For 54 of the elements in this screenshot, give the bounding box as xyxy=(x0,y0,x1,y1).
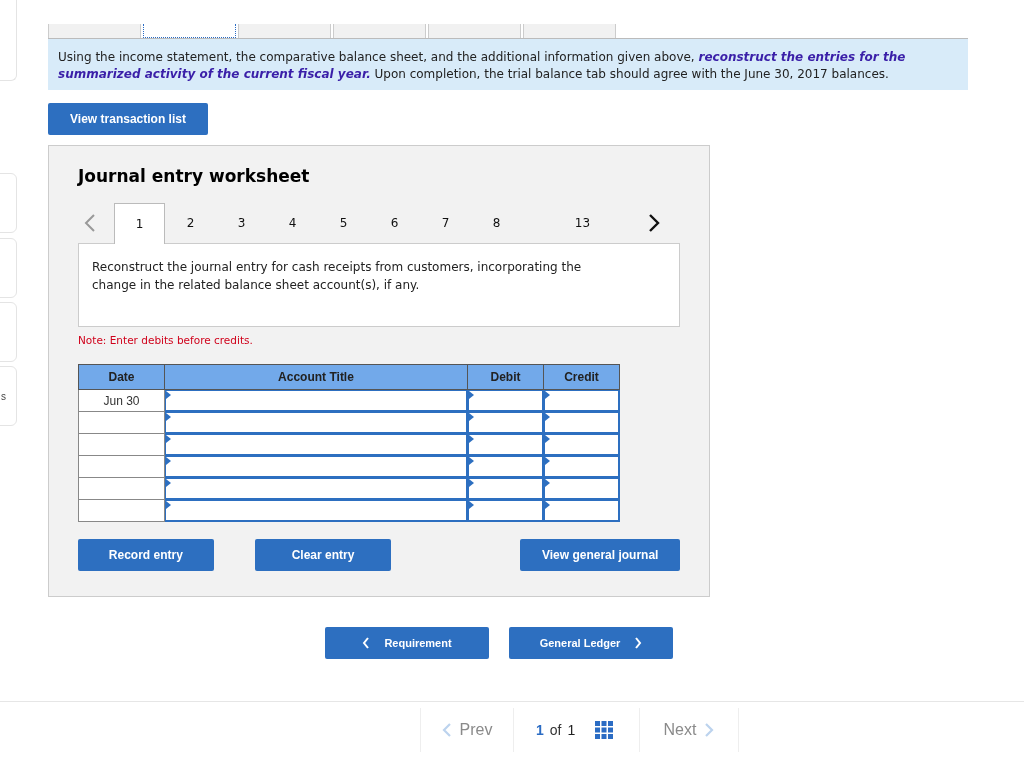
entry-tab[interactable]: 3 xyxy=(216,202,267,243)
debit-field[interactable] xyxy=(468,456,543,477)
account-field[interactable] xyxy=(165,390,467,411)
instructions-text: Using the income statement, the comparative balance sheet, and the additional information given above, reconstruct the entries for the summarized activity of the current fiscal year. Upon completion, the trial balance tab should agree with the June 30, 2017 balances. xyxy=(48,39,968,90)
debit-field[interactable] xyxy=(468,434,543,455)
credit-field[interactable] xyxy=(544,500,619,521)
requirement-button[interactable]: Requirement xyxy=(325,627,489,659)
credit-field[interactable] xyxy=(544,456,619,477)
clear-entry-button[interactable]: Clear entry xyxy=(254,539,392,571)
note-text: Note: Enter debits before credits. xyxy=(78,334,254,348)
account-field[interactable] xyxy=(165,456,467,477)
page-of-text: of xyxy=(549,722,562,738)
credit-field[interactable] xyxy=(544,390,619,411)
column-header: Date xyxy=(78,364,165,390)
debit-field[interactable] xyxy=(468,412,543,433)
chevron-left-icon[interactable] xyxy=(84,213,96,232)
credit-field[interactable] xyxy=(544,412,619,433)
prompt-text: Reconstruct the journal entry for cash receipts from customers, incorporating the change in the related balance sheet account(s), if any. xyxy=(92,259,583,294)
chevron-right-icon xyxy=(704,722,715,738)
credit-field[interactable] xyxy=(544,434,619,455)
entry-tab[interactable]: 1 xyxy=(114,203,165,244)
account-field[interactable] xyxy=(165,478,467,499)
entry-tab[interactable]: 13 xyxy=(557,202,608,243)
debit-field[interactable] xyxy=(468,500,543,521)
debit-field[interactable] xyxy=(468,390,543,411)
worksheet-title: Journal entry worksheet xyxy=(78,166,311,188)
debit-field[interactable] xyxy=(468,478,543,499)
general-ledger-button[interactable]: General Ledger xyxy=(509,627,673,659)
entry-tab[interactable]: 4 xyxy=(267,202,318,243)
grid-icon[interactable] xyxy=(595,721,614,739)
page-total: 1 xyxy=(567,722,576,738)
view-transaction-list-button[interactable]: View transaction list xyxy=(48,103,208,135)
column-header: Debit xyxy=(467,364,544,390)
account-field[interactable] xyxy=(165,434,467,455)
chevron-right-icon xyxy=(634,637,643,649)
account-field[interactable] xyxy=(165,412,467,433)
credit-field[interactable] xyxy=(544,478,619,499)
page-number: 1 xyxy=(536,722,544,738)
column-header: Account Title xyxy=(164,364,468,390)
entry-tab[interactable]: 8 xyxy=(471,202,522,243)
side-card[interactable]: s xyxy=(0,366,17,426)
chevron-right-icon[interactable] xyxy=(648,213,660,232)
tab[interactable] xyxy=(143,24,236,38)
account-field[interactable] xyxy=(165,500,467,521)
record-entry-button[interactable]: Record entry xyxy=(78,539,214,571)
chevron-left-icon xyxy=(362,637,371,649)
chevron-left-icon xyxy=(441,722,452,738)
entry-tab[interactable]: 6 xyxy=(369,202,420,243)
entry-tab[interactable]: 5 xyxy=(318,202,369,243)
date-cell: Jun 30 xyxy=(78,389,165,412)
entry-tab[interactable]: 7 xyxy=(420,202,471,243)
view-general-journal-button[interactable]: View general journal xyxy=(520,539,680,571)
column-header: Credit xyxy=(543,364,620,390)
entry-tab[interactable]: 2 xyxy=(165,202,216,243)
